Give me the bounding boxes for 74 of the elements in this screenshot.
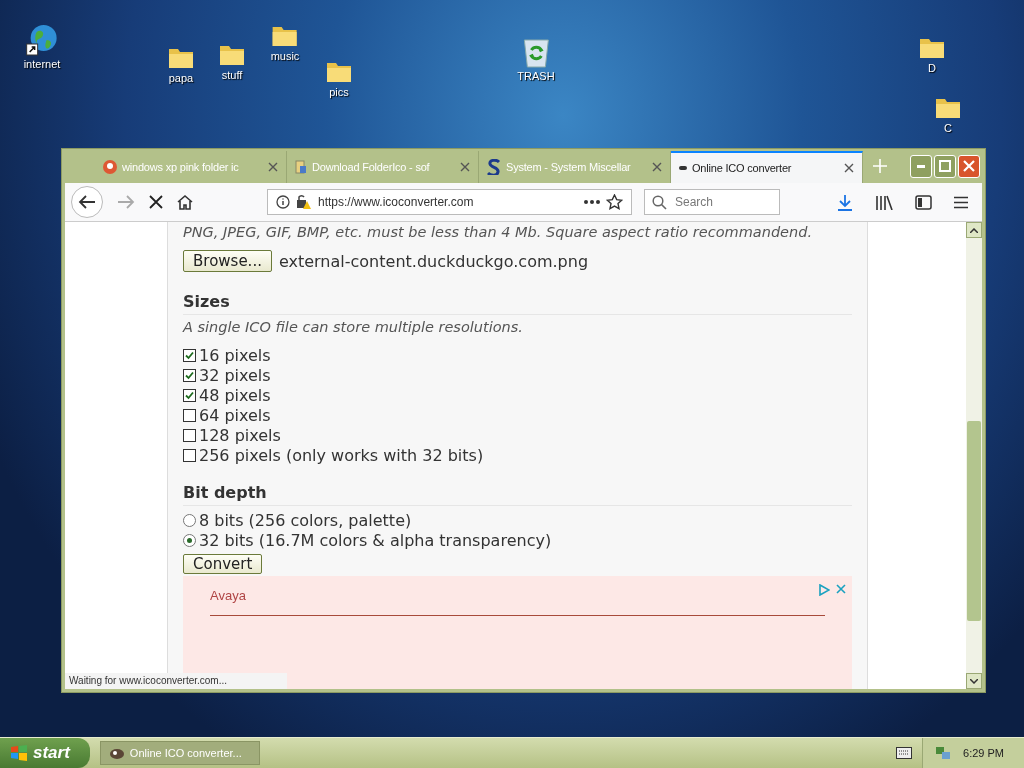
stop-icon[interactable] <box>149 195 163 209</box>
option-label[interactable]: 16 pixels <box>199 345 271 365</box>
desktop-icon-label[interactable]: stuff <box>221 69 243 81</box>
keyboard-icon[interactable] <box>896 747 913 759</box>
file-name: external-content.duckduckgo.com.png <box>278 251 589 271</box>
desktop-icon-label[interactable]: internet <box>23 58 61 70</box>
checkbox[interactable] <box>183 408 196 422</box>
desktop-icon-label[interactable]: TRASH <box>517 70 555 82</box>
option-label[interactable]: 48 pixels <box>199 385 271 405</box>
back-button[interactable] <box>71 186 103 218</box>
close-icon[interactable] <box>652 162 662 172</box>
url-text[interactable]: https://www.icoconverter.com <box>318 195 578 209</box>
minimize-button[interactable] <box>910 154 932 178</box>
document-icon <box>295 160 307 174</box>
windows-flag-icon[interactable] <box>10 745 28 761</box>
maximize-icon[interactable] <box>939 160 951 172</box>
option-label[interactable]: 128 pixels <box>199 425 281 445</box>
option-label[interactable]: 256 pixels (only works with 32 bits) <box>199 445 484 465</box>
info-icon[interactable] <box>276 195 290 209</box>
close-icon[interactable] <box>268 162 278 172</box>
sidebar-icon[interactable] <box>915 194 932 210</box>
start-button[interactable]: start <box>0 738 90 768</box>
section-heading: Bit depth <box>183 483 852 506</box>
home-icon[interactable] <box>177 194 193 210</box>
close-button[interactable] <box>958 154 980 178</box>
desktop-icon-label[interactable]: C <box>944 122 952 134</box>
more-icon[interactable] <box>584 200 600 204</box>
scroll-down-icon[interactable] <box>970 678 978 684</box>
address-bar[interactable]: https://www.icoconverter.com <box>267 189 632 215</box>
clock[interactable]: 6:29 PM <box>963 747 1004 759</box>
radio-button[interactable] <box>183 533 196 547</box>
checkbox[interactable] <box>183 448 196 462</box>
checkbox[interactable] <box>183 348 196 362</box>
checkbox[interactable] <box>183 388 196 402</box>
s-logo-icon <box>487 159 501 175</box>
option-label[interactable]: 32 bits (16.7M colors & alpha transparency) <box>199 530 552 550</box>
file-requirements-text: PNG, JPEG, GIF, BMP, etc. must be less than 4 Mb. Square aspect ratio recommandend. <box>183 224 814 240</box>
menu-icon[interactable] <box>954 195 968 209</box>
ad-choices-icon[interactable] <box>818 584 830 596</box>
back-arrow-icon[interactable] <box>78 194 96 210</box>
scroll-up-icon[interactable] <box>970 227 978 233</box>
convert-button[interactable]: Convert <box>183 554 263 574</box>
browse-button[interactable]: Browse... <box>183 250 272 272</box>
download-icon[interactable] <box>837 193 853 211</box>
library-icon[interactable] <box>875 194 893 210</box>
globe-icon[interactable] <box>25 24 59 56</box>
option-label[interactable]: 64 pixels <box>199 405 271 425</box>
checkbox[interactable] <box>183 428 196 442</box>
desktop-icon-label[interactable]: pics <box>329 86 349 98</box>
status-text: Waiting for www.icoconverter.com... <box>65 673 287 689</box>
search-icon <box>652 195 667 210</box>
radio-button[interactable] <box>183 513 196 527</box>
advertiser-name[interactable]: Avaya <box>210 588 246 603</box>
star-icon[interactable] <box>606 194 623 210</box>
desktop-icon-label[interactable]: papa <box>168 72 194 84</box>
close-icon[interactable] <box>460 162 470 172</box>
minimize-icon[interactable] <box>917 164 925 168</box>
desktop-icon-label[interactable]: D <box>928 62 936 74</box>
network-icon[interactable] <box>935 745 952 761</box>
app-icon[interactable] <box>108 746 125 760</box>
option-label[interactable]: 32 pixels <box>199 365 271 385</box>
recycle-bin-icon[interactable] <box>521 36 551 68</box>
close-icon[interactable] <box>844 163 854 173</box>
section-note: A single ICO file can store multiple resolutions. <box>183 319 524 335</box>
warning-lock-icon[interactable] <box>296 194 312 210</box>
checkbox[interactable] <box>183 368 196 382</box>
maximize-button[interactable] <box>934 154 956 178</box>
search-field[interactable]: Search <box>644 189 780 215</box>
scrollbar[interactable] <box>966 222 982 689</box>
duck-logo-icon <box>103 160 117 174</box>
browser-tab[interactable]: Online ICO converter <box>671 151 863 183</box>
option-label[interactable]: 8 bits (256 colors, palette) <box>199 510 412 530</box>
desktop-icon-label[interactable]: music <box>270 50 300 62</box>
section-heading: Sizes <box>183 292 852 315</box>
